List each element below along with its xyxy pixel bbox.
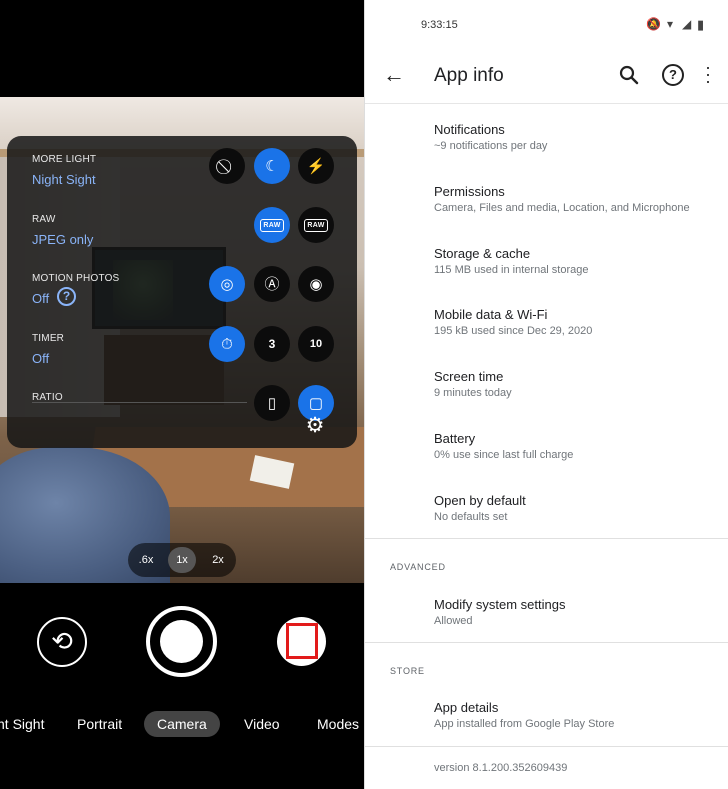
setting-timer: TIMER Off ⏱ 3 10 (7, 321, 357, 381)
version-text: version 8.1.200.352609439 (434, 762, 568, 774)
mode-portrait[interactable]: Portrait (77, 711, 122, 737)
list-item-permissions[interactable]: Permissions Camera, Files and media, Loc… (365, 184, 728, 244)
setting-value: JPEG only (32, 232, 94, 247)
item-title: Storage & cache (434, 246, 531, 261)
camera-settings-panel: MORE LIGHT Night Sight ⃠ ☾ ⚡ RAW JPEG on… (7, 136, 357, 448)
setting-title: TIMER (32, 333, 65, 344)
item-subtitle: App installed from Google Play Store (434, 718, 615, 730)
item-subtitle: 9 minutes today (434, 387, 512, 399)
status-time: 9:33:15 (421, 19, 458, 31)
divider (365, 538, 728, 539)
raw-on-icon[interactable]: RAW (298, 207, 334, 243)
motion-auto-icon[interactable]: Ⓐ (254, 266, 290, 302)
item-title: Mobile data & Wi-Fi (434, 307, 548, 322)
signal-icon: ◢ (682, 17, 692, 31)
app-bar: ← App info ? · · · (365, 50, 728, 104)
item-title: Notifications (434, 122, 505, 137)
item-subtitle: ~9 notifications per day (434, 140, 548, 152)
ratio-portrait-icon[interactable]: ▯ (254, 385, 290, 421)
status-bar: 9:33:15 🔕 ▾ ◢ ▮ (365, 0, 728, 50)
setting-title: RAW (32, 214, 56, 225)
setting-value: Off (32, 291, 50, 306)
list-item-notifications[interactable]: Notifications ~9 notifications per day (365, 122, 728, 182)
help-icon[interactable]: ? (662, 64, 684, 86)
section-header-store: STORE (390, 666, 425, 676)
zoom-option-selected[interactable]: 1x (168, 547, 196, 573)
gallery-thumbnail[interactable] (277, 617, 326, 666)
timer-10s-icon[interactable]: 10 (298, 326, 334, 362)
list-item-storage[interactable]: Storage & cache 115 MB used in internal … (365, 246, 728, 306)
item-title: Open by default (434, 493, 526, 508)
list-item-modify-system-settings[interactable]: Modify system settings Allowed (365, 597, 728, 657)
item-title: App details (434, 700, 499, 715)
mute-icon: 🔕 (646, 17, 661, 31)
mode-night-sight[interactable]: nt Sight (0, 711, 44, 737)
shutter-button[interactable] (146, 606, 217, 677)
setting-title: MOTION PHOTOS (32, 273, 120, 284)
setting-title: MORE LIGHT (32, 154, 97, 165)
list-item-app-details[interactable]: App details App installed from Google Pl… (365, 700, 728, 760)
motion-on-icon[interactable]: ◉ (298, 266, 334, 302)
gear-icon[interactable]: ⚙ (303, 414, 327, 438)
zoom-option[interactable]: .6x (132, 547, 160, 573)
divider (365, 746, 728, 747)
setting-value: Off (32, 351, 50, 366)
back-arrow-icon[interactable]: ← (383, 62, 409, 88)
setting-more-light: MORE LIGHT Night Sight ⃠ ☾ ⚡ (7, 142, 357, 202)
item-subtitle: 0% use since last full charge (434, 449, 574, 461)
mode-video[interactable]: Video (244, 711, 280, 737)
section-header-advanced: ADVANCED (390, 562, 446, 572)
item-subtitle: 195 kB used since Dec 29, 2020 (434, 325, 593, 337)
no-flash-icon[interactable]: ⃠ (209, 148, 245, 184)
battery-icon: ▮ (697, 17, 705, 32)
page-title: App info (434, 65, 504, 86)
setting-value: Night Sight (32, 172, 96, 187)
timer-3s-icon[interactable]: 3 (254, 326, 290, 362)
night-sight-auto-icon[interactable]: ☾ (254, 148, 290, 184)
mode-modes[interactable]: Modes (317, 711, 359, 737)
zoom-option[interactable]: 2x (204, 547, 232, 573)
ratio-divider (32, 402, 247, 403)
search-icon[interactable] (617, 63, 641, 87)
item-title: Permissions (434, 184, 505, 199)
item-subtitle: 115 MB used in internal storage (434, 264, 589, 276)
wifi-icon: ▾ (667, 17, 674, 31)
help-icon[interactable]: ? (57, 287, 76, 306)
setting-raw: RAW JPEG only RAW RAW (7, 202, 357, 262)
item-subtitle: Allowed (434, 615, 473, 627)
shutter-inner (160, 620, 203, 663)
item-title: Battery (434, 431, 476, 446)
mode-camera[interactable]: Camera (144, 711, 220, 737)
list-item-open-by-default[interactable]: Open by default No defaults set (365, 493, 728, 553)
item-subtitle: Camera, Files and media, Location, and M… (434, 202, 690, 214)
list-item-screen-time[interactable]: Screen time 9 minutes today (365, 369, 728, 429)
setting-motion-photos: MOTION PHOTOS Off ? ◎ Ⓐ ◉ (7, 261, 357, 321)
flash-icon[interactable]: ⚡ (298, 148, 334, 184)
list-item-mobile-data[interactable]: Mobile data & Wi-Fi 195 kB used since De… (365, 307, 728, 367)
timer-off-icon[interactable]: ⏱ (209, 326, 245, 362)
item-title: Modify system settings (434, 597, 566, 612)
gallery-thumbnail-image (286, 623, 318, 659)
raw-off-icon[interactable]: RAW (254, 207, 290, 243)
switch-camera-icon[interactable]: ⟲ (37, 617, 87, 667)
list-item-battery[interactable]: Battery 0% use since last full charge (365, 431, 728, 491)
item-subtitle: No defaults set (434, 511, 508, 523)
app-info-screen: 9:33:15 🔕 ▾ ◢ ▮ ← App info ? · · · Notific… (364, 0, 728, 789)
item-title: Screen time (434, 369, 504, 384)
zoom-selector: .6x 1x 2x (128, 543, 236, 577)
more-vert-icon[interactable]: · · · (705, 58, 713, 90)
camera-screen: MORE LIGHT Night Sight ⃠ ☾ ⚡ RAW JPEG on… (0, 0, 364, 789)
divider (365, 642, 728, 643)
motion-off-icon[interactable]: ◎ (209, 266, 245, 302)
